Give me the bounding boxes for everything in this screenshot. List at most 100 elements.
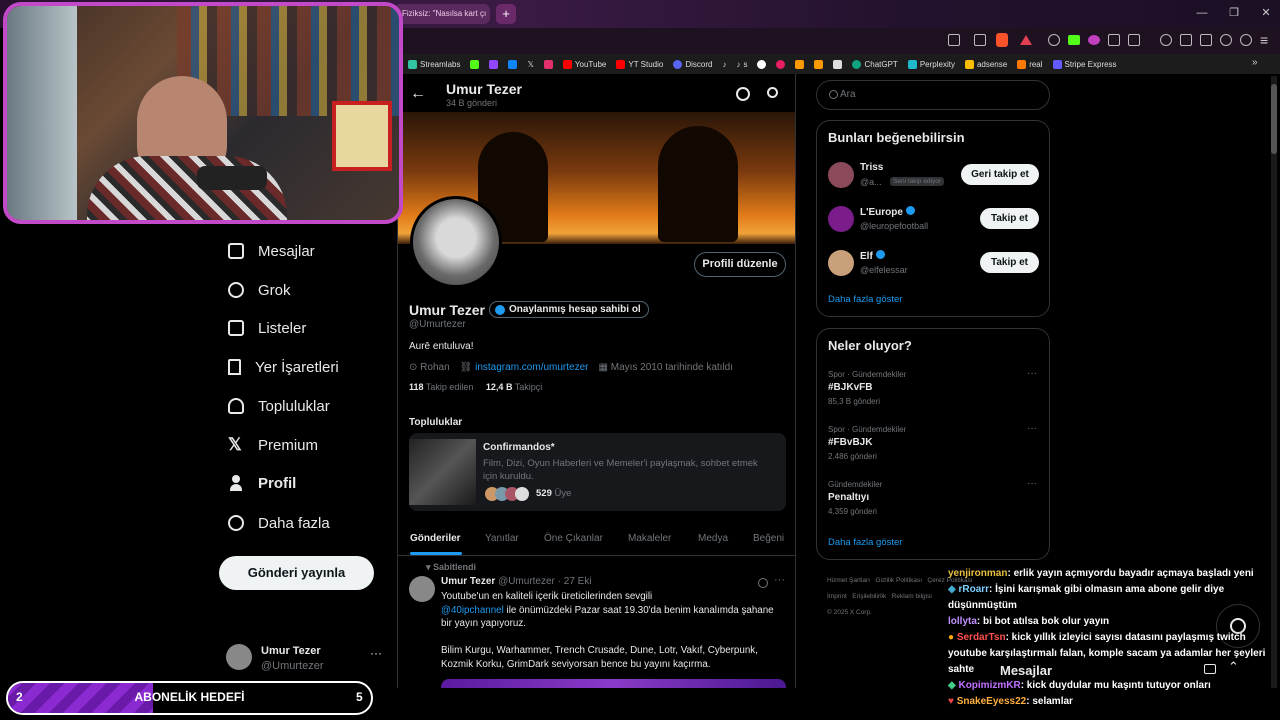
- bookmark-streamlabs[interactable]: Streamlabs: [408, 59, 460, 69]
- restore-button[interactable]: ❐: [1222, 4, 1246, 22]
- extension-icon[interactable]: [1088, 35, 1100, 45]
- more-icon[interactable]: ···: [774, 574, 785, 586]
- more-icon[interactable]: ···: [370, 646, 382, 660]
- footer-link[interactable]: Erişilebilirlik: [852, 593, 886, 600]
- footer-link[interactable]: Hizmet Şartları: [827, 577, 870, 584]
- menu-icon[interactable]: ≡: [1260, 32, 1268, 48]
- follow-button[interactable]: Takip et: [980, 208, 1039, 229]
- more-icon[interactable]: ···: [1027, 423, 1037, 434]
- more-icon[interactable]: ···: [1027, 478, 1037, 489]
- leo-ai-icon[interactable]: [1220, 34, 1232, 46]
- bookmark-instagram[interactable]: [543, 59, 553, 69]
- brave-shield-icon[interactable]: [996, 33, 1008, 47]
- grok-icon[interactable]: [736, 87, 750, 101]
- footer-link[interactable]: Reklam bilgisi: [892, 593, 932, 600]
- tab-likes[interactable]: Beğeni: [753, 533, 784, 544]
- extension-icon[interactable]: [1048, 34, 1060, 46]
- bookmark-yt-studio[interactable]: YT Studio: [616, 59, 663, 69]
- following-link[interactable]: 118 Takip edilen: [409, 382, 473, 392]
- suggestion-row[interactable]: Triss @a... Seni takip ediyor Geri takip…: [817, 159, 1049, 199]
- tab-media[interactable]: Medya: [698, 533, 728, 544]
- bookmark-adsense[interactable]: adsense: [964, 59, 1007, 69]
- sidebar-item-profile[interactable]: Profil: [228, 471, 296, 495]
- sidebar-item-lists[interactable]: Listeler: [228, 316, 306, 340]
- sidebar-item-bookmarks[interactable]: Yer İşaretleri: [228, 355, 339, 379]
- pinned-post[interactable]: ▾ Sabitlendi Umur Tezer @Umurtezer · 27 …: [398, 557, 795, 688]
- sidebar-toggle-icon[interactable]: [1180, 34, 1192, 46]
- wallet-icon[interactable]: [1200, 34, 1212, 46]
- follow-back-button[interactable]: Geri takip et: [961, 164, 1039, 185]
- sidebar-item-grok[interactable]: Grok: [228, 278, 291, 302]
- browser-tab[interactable]: Fiziksiz: "Nasılsa kart çı: [394, 4, 490, 24]
- minimize-button[interactable]: —: [1190, 4, 1214, 22]
- get-verified-button[interactable]: Onaylanmış hesap sahibi ol: [489, 301, 649, 318]
- bookmark-tiktok[interactable]: ♪: [722, 60, 726, 69]
- vpn-shield-icon[interactable]: [1240, 34, 1252, 46]
- bookmark-chatgpt[interactable]: ChatGPT: [852, 59, 898, 69]
- close-window-button[interactable]: ✕: [1254, 4, 1278, 22]
- bookmark-x[interactable]: 𝕏: [527, 60, 533, 69]
- trend-item[interactable]: Gündemdekiler Penaltıyı 4.359 gönderi ··…: [817, 478, 1049, 524]
- bookmark-kick[interactable]: [470, 59, 480, 69]
- bookmark-amazon[interactable]: [814, 59, 824, 69]
- more-icon[interactable]: ···: [1027, 368, 1037, 379]
- share-icon[interactable]: [974, 34, 986, 46]
- bookmarks-overflow-icon[interactable]: »: [1252, 57, 1258, 68]
- music-icon[interactable]: [1160, 34, 1172, 46]
- tab-replies[interactable]: Yanıtlar: [485, 533, 519, 544]
- show-more-link[interactable]: Daha fazla göster: [828, 537, 902, 548]
- trend-item[interactable]: Spor · Gündemdekiler #FBvBJK 2.486 gönde…: [817, 423, 1049, 469]
- sidebar-item-messages[interactable]: Mesajlar: [228, 239, 315, 263]
- bookmark-stripe[interactable]: Stripe Express: [1052, 59, 1117, 69]
- tab-highlights[interactable]: Öne Çıkanlar: [544, 533, 603, 544]
- back-arrow-icon[interactable]: ←: [410, 85, 426, 103]
- address-bar[interactable]: [394, 28, 1280, 54]
- suggestion-row[interactable]: Elf @elfelessar Takip et: [817, 247, 1049, 287]
- bookmark-generic[interactable]: [795, 59, 805, 69]
- scrollbar[interactable]: [1271, 76, 1277, 688]
- extension-icon[interactable]: [1128, 34, 1140, 46]
- bookmark-tiktok-s[interactable]: ♪ s: [736, 60, 747, 69]
- post-image[interactable]: [441, 679, 786, 688]
- sidebar-item-more[interactable]: Daha fazla: [228, 511, 330, 535]
- bookmark-generic[interactable]: [757, 59, 767, 69]
- scrollbar-thumb[interactable]: [1271, 84, 1277, 154]
- post-button[interactable]: Gönderi yayınla: [219, 556, 374, 590]
- mention-link[interactable]: @40ipchannel: [441, 605, 504, 616]
- rewards-icon[interactable]: [1020, 35, 1032, 45]
- trend-item[interactable]: Spor · Gündemdekiler #BJKvFB 85,3 B gönd…: [817, 368, 1049, 414]
- bookmark-generic[interactable]: [776, 59, 786, 69]
- search-box[interactable]: Ara: [816, 80, 1050, 110]
- suggestion-row[interactable]: L'Europe @leuropefootball Takip et: [817, 203, 1049, 243]
- sidebar-item-communities[interactable]: Topluluklar: [228, 394, 330, 418]
- avatar[interactable]: [409, 576, 435, 602]
- bookmark-perplexity[interactable]: Perplexity: [907, 59, 955, 69]
- kick-extension-icon[interactable]: [1068, 35, 1080, 45]
- extension-icon[interactable]: [1108, 34, 1120, 46]
- follow-button[interactable]: Takip et: [980, 252, 1039, 273]
- tab-articles[interactable]: Makaleler: [628, 533, 671, 544]
- profile-avatar[interactable]: [410, 196, 502, 288]
- community-card[interactable]: Confirmandos* Film, Dizi, Oyun Haberleri…: [409, 433, 786, 511]
- tab-posts[interactable]: Gönderiler: [410, 533, 461, 544]
- footer-link[interactable]: İmprint: [827, 593, 847, 600]
- search-input[interactable]: Ara: [840, 89, 856, 100]
- bookmark-generic[interactable]: [833, 59, 843, 69]
- bookmark-discord[interactable]: Discord: [673, 59, 712, 69]
- edit-profile-button[interactable]: Profili düzenle: [694, 252, 786, 277]
- bookmark-twitch[interactable]: [489, 59, 499, 69]
- show-more-link[interactable]: Daha fazla göster: [828, 294, 902, 305]
- sidebar-item-premium[interactable]: 𝕏 Premium: [228, 433, 318, 457]
- grok-icon[interactable]: [758, 578, 768, 588]
- footer-link[interactable]: Gizlilik Politikası: [875, 577, 922, 584]
- profile-link[interactable]: ⛓ instagram.com/umurtezer: [460, 362, 589, 373]
- search-icon[interactable]: [767, 87, 778, 98]
- webcam-overlay: [3, 2, 403, 224]
- bookmark-youtube[interactable]: YouTube: [562, 59, 606, 69]
- bookmark-real[interactable]: real: [1017, 59, 1043, 69]
- followers-link[interactable]: 12,4 B Takipçi: [486, 382, 542, 392]
- new-tab-button[interactable]: +: [496, 4, 516, 24]
- screenshot-icon[interactable]: [948, 34, 960, 46]
- account-switcher[interactable]: Umur Tezer @Umurtezer ···: [226, 644, 396, 678]
- bookmark-bluesky[interactable]: [508, 59, 518, 69]
